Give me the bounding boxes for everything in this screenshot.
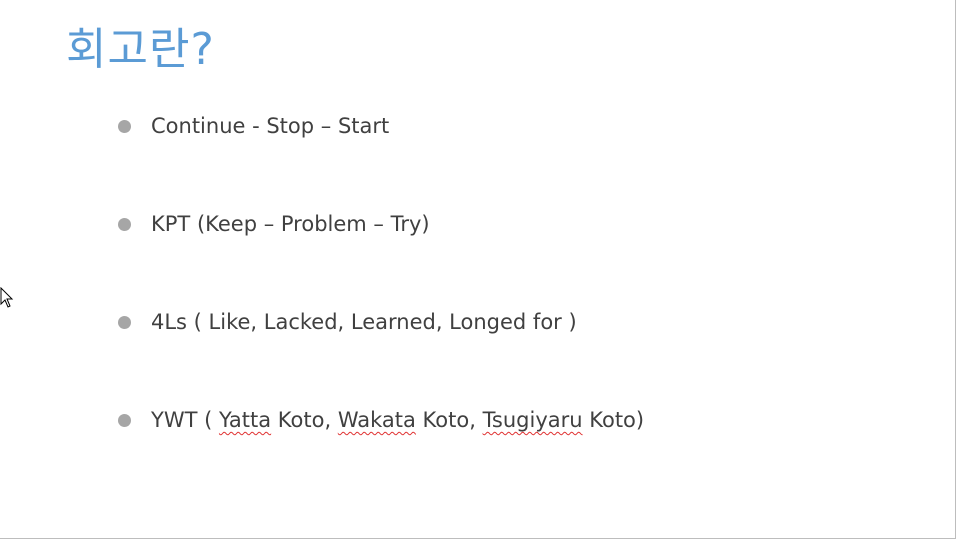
text-run: Koto) xyxy=(582,408,645,432)
bullet-dot-icon xyxy=(118,119,131,133)
bullet-text: YWT ( Yatta Koto, Wakata Koto, Tsugiyaru… xyxy=(151,408,644,432)
slide: 회고란? Continue - Stop – Start KPT (Keep –… xyxy=(0,0,956,539)
bullet-dot-icon xyxy=(118,413,131,427)
bullet-dot-icon xyxy=(118,315,131,329)
list-item: KPT (Keep – Problem – Try) xyxy=(118,208,644,240)
text-run: Koto, xyxy=(271,408,338,432)
bullet-text: 4Ls ( Like, Lacked, Learned, Longed for … xyxy=(151,310,577,334)
list-item: Continue - Stop – Start xyxy=(118,110,644,142)
bullet-text: KPT (Keep – Problem – Try) xyxy=(151,212,430,236)
bullet-dot-icon xyxy=(118,217,131,231)
list-item: 4Ls ( Like, Lacked, Learned, Longed for … xyxy=(118,306,644,338)
text-run: YWT ( xyxy=(151,408,219,432)
list-item: YWT ( Yatta Koto, Wakata Koto, Tsugiyaru… xyxy=(118,404,644,436)
bullet-list: Continue - Stop – Start KPT (Keep – Prob… xyxy=(118,110,644,502)
mouse-pointer-icon xyxy=(0,287,14,308)
misspelled-word: Yatta xyxy=(218,408,272,432)
misspelled-word: Tsugiyaru xyxy=(482,408,583,432)
text-run: Koto, xyxy=(415,408,483,432)
slide-title: 회고란? xyxy=(66,24,215,75)
bullet-text: Continue - Stop – Start xyxy=(151,114,390,138)
misspelled-word: Wakata xyxy=(337,408,416,432)
